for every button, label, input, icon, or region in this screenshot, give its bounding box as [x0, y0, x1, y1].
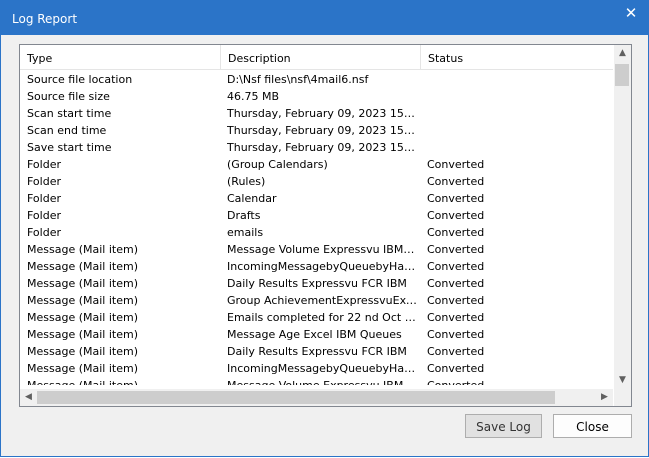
cell-description: (Group Calendars)	[227, 158, 328, 171]
table-row[interactable]: Message (Mail item) Message Volume Expres…	[20, 241, 613, 258]
cell-type: Message (Mail item)	[27, 260, 138, 273]
cell-type: Message (Mail item)	[27, 243, 138, 256]
cell-type: Folder	[27, 158, 61, 171]
cell-type: Save start time	[27, 141, 112, 154]
cell-type: Message (Mail item)	[27, 311, 138, 324]
column-header-status[interactable]: Status	[421, 45, 613, 69]
scrollbar-corner	[614, 389, 631, 406]
cell-description: IncomingMessagebyQueuebyHalfHo...	[227, 260, 417, 273]
table-row[interactable]: Folder (Rules) Converted	[20, 173, 613, 190]
cell-description: Message Volume Expressvu IBM Que...	[227, 377, 417, 385]
table-row[interactable]: Folder (Group Calendars) Converted	[20, 156, 613, 173]
cell-description: emails	[227, 226, 264, 239]
cell-type: Folder	[27, 192, 61, 205]
title-bar: Log Report ✕	[1, 1, 648, 35]
log-list-view[interactable]: Type Description Status Source file loca…	[19, 44, 632, 407]
table-row[interactable]: Scan start time Thursday, February 09, 20…	[20, 105, 613, 122]
cell-status: Converted	[427, 226, 485, 239]
scroll-right-icon[interactable]: ▶	[596, 389, 613, 406]
scroll-left-icon[interactable]: ◀	[20, 389, 37, 406]
vertical-scrollbar[interactable]: ▲ ▼	[614, 45, 631, 389]
table-row[interactable]: Message (Mail item) Message Volume Expres…	[20, 377, 613, 385]
window-title: Log Report	[12, 12, 78, 26]
cell-description: Thursday, February 09, 2023 15:44...	[227, 124, 417, 137]
cell-description: Emails completed for 22 nd Oct 07	[227, 311, 417, 324]
cell-description: Calendar	[227, 192, 277, 205]
cell-type: Message (Mail item)	[27, 362, 138, 375]
cell-description: Message Age Excel IBM Queues	[227, 328, 402, 341]
cell-status	[427, 122, 607, 139]
column-header: Type Description Status	[20, 45, 613, 70]
cell-description: Message Volume Expressvu IBM Que...	[227, 243, 417, 256]
cell-status	[427, 105, 607, 122]
table-row[interactable]: Message (Mail item) Group AchievementExpr…	[20, 292, 613, 309]
cell-type: Message (Mail item)	[27, 277, 138, 290]
cell-type: Folder	[27, 175, 61, 188]
table-row[interactable]: Message (Mail item) Message Age Excel IBM…	[20, 326, 613, 343]
cell-description: Thursday, February 09, 2023 15:44...	[227, 141, 417, 154]
vertical-scroll-thumb[interactable]	[615, 64, 629, 86]
cell-description: (Rules)	[227, 175, 266, 188]
close-button[interactable]: Close	[553, 414, 632, 438]
cell-description: Daily Results Expressvu FCR IBM	[227, 345, 407, 358]
table-row[interactable]: Folder Drafts Converted	[20, 207, 613, 224]
cell-type: Source file size	[27, 90, 110, 103]
cell-type: Folder	[27, 226, 61, 239]
log-report-dialog: Log Report ✕ Type Description Status Sou…	[0, 0, 649, 457]
table-row[interactable]: Folder emails Converted	[20, 224, 613, 241]
column-header-type[interactable]: Type	[20, 45, 221, 69]
cell-description: IncomingMessagebyQueuebyHalfHo...	[227, 362, 417, 375]
column-header-description[interactable]: Description	[221, 45, 421, 69]
table-row[interactable]: Scan end time Thursday, February 09, 2023…	[20, 122, 613, 139]
table-row[interactable]: Message (Mail item) Daily Results Express…	[20, 343, 613, 360]
cell-description: 46.75 MB	[227, 90, 280, 103]
cell-type: Message (Mail item)	[27, 328, 138, 341]
cell-description: Drafts	[227, 209, 261, 222]
cell-status	[427, 88, 607, 105]
cell-type: Message (Mail item)	[27, 294, 138, 307]
scroll-down-icon[interactable]: ▼	[614, 372, 631, 389]
cell-status: Converted	[427, 328, 485, 341]
cell-type: Message (Mail item)	[27, 345, 138, 358]
cell-status: Converted	[427, 311, 485, 324]
table-row[interactable]: Message (Mail item) IncomingMessagebyQueu…	[20, 360, 613, 377]
cell-type: Message (Mail item)	[27, 377, 217, 385]
cell-status: Converted	[427, 294, 485, 307]
cell-type: Folder	[27, 209, 61, 222]
cell-description: D:\Nsf files\nsf\4mail6.nsf	[227, 73, 369, 86]
cell-description: Group AchievementExpressvuExcel I...	[227, 294, 417, 307]
cell-status: Converted	[427, 345, 485, 358]
table-row[interactable]: Message (Mail item) Daily Results Express…	[20, 275, 613, 292]
cell-status: Converted	[427, 158, 485, 171]
cell-status: Converted	[427, 175, 485, 188]
cell-status: Converted	[427, 260, 485, 273]
table-row[interactable]: Folder Calendar Converted	[20, 190, 613, 207]
save-log-button[interactable]: Save Log	[465, 414, 542, 438]
scroll-up-icon[interactable]: ▲	[614, 45, 631, 62]
table-rows: Source file location D:\Nsf files\nsf\4ma…	[20, 71, 613, 385]
cell-type: Scan start time	[27, 107, 112, 120]
cell-type: Scan end time	[27, 124, 107, 137]
cell-status: Converted	[427, 192, 485, 205]
horizontal-scrollbar[interactable]: ◀ ▶	[20, 389, 613, 406]
cell-description: Thursday, February 09, 2023 15:44...	[227, 107, 417, 120]
cell-status	[427, 139, 607, 156]
cell-status	[427, 71, 607, 88]
cell-status: Converted	[427, 243, 485, 256]
table-row[interactable]: Save start time Thursday, February 09, 20…	[20, 139, 613, 156]
cell-status: Converted	[427, 362, 485, 375]
table-row[interactable]: Message (Mail item) IncomingMessagebyQueu…	[20, 258, 613, 275]
cell-description: Daily Results Expressvu FCR IBM	[227, 277, 407, 290]
cell-type: Source file location	[27, 73, 133, 86]
table-row[interactable]: Source file location D:\Nsf files\nsf\4ma…	[20, 71, 613, 88]
table-row[interactable]: Source file size 46.75 MB	[20, 88, 613, 105]
close-icon[interactable]: ✕	[618, 3, 644, 23]
horizontal-scroll-thumb[interactable]	[37, 391, 555, 404]
cell-status: Converted	[427, 209, 485, 222]
cell-status: Converted	[427, 277, 485, 290]
table-row[interactable]: Message (Mail item) Emails completed for …	[20, 309, 613, 326]
cell-status: Converted	[427, 377, 607, 385]
